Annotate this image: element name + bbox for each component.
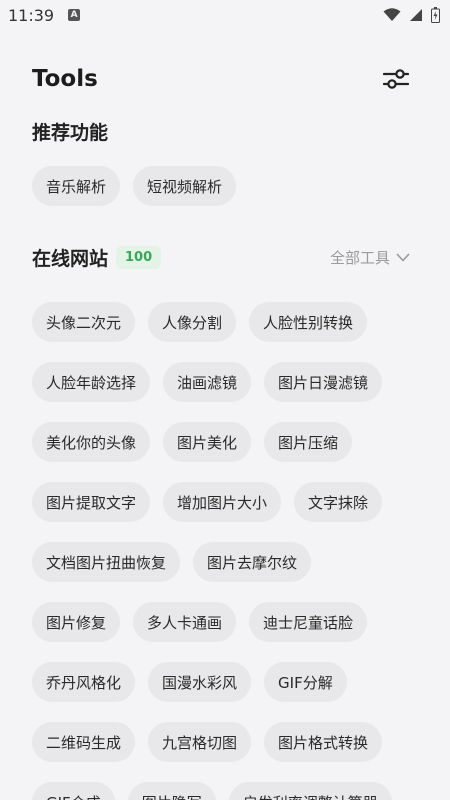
cellular-signal-icon	[410, 9, 422, 21]
tool-chip[interactable]: 文档图片扭曲恢复	[32, 542, 181, 582]
tool-row: 乔丹风格化 国漫水彩风 GIF分解	[32, 662, 347, 702]
tool-chip[interactable]: 二维码生成	[32, 722, 136, 762]
status-bar: 11:39 A	[0, 0, 450, 30]
tool-chip[interactable]: 图片日漫滤镜	[264, 362, 383, 402]
tool-chip[interactable]: 图片美化	[163, 422, 252, 462]
tool-chip[interactable]: 国漫水彩风	[148, 662, 252, 702]
tool-chip[interactable]: 人脸年龄选择	[32, 362, 151, 402]
tool-chip[interactable]: 头像二次元	[32, 302, 136, 342]
online-section-title: 在线网站	[32, 247, 109, 270]
tool-row: 二维码生成 九宫格切图 图片格式转换	[32, 722, 383, 762]
tool-chip[interactable]: 图片格式转换	[264, 722, 383, 762]
recommended-chips: 音乐解析 短视频解析	[32, 166, 237, 206]
tool-chip[interactable]: 图片隐写	[127, 782, 216, 800]
status-icons	[383, 7, 440, 23]
tool-chip[interactable]: GIF合成	[32, 782, 115, 800]
tool-row: 图片提取文字 增加图片大小 文字抹除	[32, 482, 383, 522]
app-header: Tools	[32, 62, 410, 96]
all-tools-dropdown[interactable]: 全部工具	[330, 247, 410, 268]
tool-chip[interactable]: 人脸性别转换	[249, 302, 368, 342]
tool-chip[interactable]: 多人卡通画	[133, 602, 237, 642]
tool-chip[interactable]: 美化你的头像	[32, 422, 151, 462]
count-badge: 100	[116, 245, 162, 269]
filter-settings-button[interactable]	[382, 65, 410, 93]
notification-icon: A	[68, 9, 81, 21]
tool-chip[interactable]: 乔丹风格化	[32, 662, 136, 702]
tool-row: GIF合成 图片隐写 启发利率调整计算器	[32, 782, 392, 800]
tool-chip[interactable]: 图片压缩	[264, 422, 353, 462]
tool-chip[interactable]: 九宫格切图	[148, 722, 252, 762]
battery-icon	[431, 7, 440, 23]
tool-chip[interactable]: 人像分割	[148, 302, 237, 342]
tool-chip[interactable]: 图片修复	[32, 602, 121, 642]
tool-chip[interactable]: GIF分解	[264, 662, 347, 702]
status-time: 11:39	[8, 5, 55, 25]
tool-chip[interactable]: 图片去摩尔纹	[193, 542, 312, 582]
all-tools-label: 全部工具	[329, 248, 390, 267]
online-section-header: 在线网站 100 全部工具	[32, 242, 410, 272]
chip-short-video-parse[interactable]: 短视频解析	[133, 166, 237, 206]
wifi-icon	[383, 8, 401, 21]
tool-chip[interactable]: 启发利率调整计算器	[228, 782, 392, 800]
page-title: Tools	[32, 66, 98, 92]
tool-row: 图片修复 多人卡通画 迪士尼童话脸	[32, 602, 368, 642]
tool-chip[interactable]: 增加图片大小	[163, 482, 282, 522]
tool-chip[interactable]: 文字抹除	[294, 482, 383, 522]
tool-row: 美化你的头像 图片美化 图片压缩	[32, 422, 353, 462]
tool-row: 头像二次元 人像分割 人脸性别转换	[32, 302, 368, 342]
sliders-icon	[383, 69, 409, 89]
tool-chip[interactable]: 图片提取文字	[32, 482, 151, 522]
tool-chip[interactable]: 油画滤镜	[163, 362, 252, 402]
tool-row: 人脸年龄选择 油画滤镜 图片日漫滤镜	[32, 362, 383, 402]
recommended-section-title: 推荐功能	[32, 122, 109, 144]
tool-chip[interactable]: 迪士尼童话脸	[249, 602, 368, 642]
tool-row: 文档图片扭曲恢复 图片去摩尔纹	[32, 542, 312, 582]
chip-music-parse[interactable]: 音乐解析	[32, 166, 121, 206]
chevron-down-icon	[396, 252, 410, 262]
